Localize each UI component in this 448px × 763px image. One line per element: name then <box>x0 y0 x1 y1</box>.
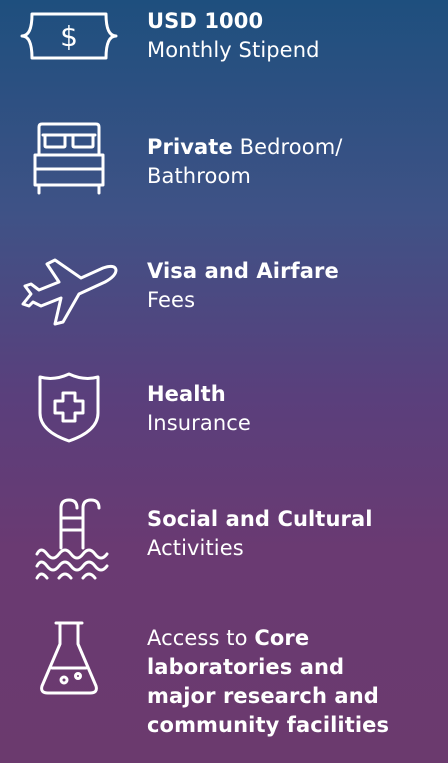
benefit-subtitle: Insurance <box>147 411 251 435</box>
bed-icon <box>14 120 124 200</box>
benefit-subtitle: Fees <box>147 288 196 312</box>
benefit-title: Visa and Airfare <box>147 259 339 283</box>
benefit-title-line4: community facilities <box>147 713 390 737</box>
benefit-title: Core <box>254 626 310 650</box>
dollar-bill-icon: $ <box>14 6 124 66</box>
benefit-subtitle: Activities <box>147 536 244 560</box>
benefit-title-rest: Bedroom/ <box>232 135 343 159</box>
svg-text:$: $ <box>60 20 78 53</box>
benefit-title: Social and Cultural <box>147 507 373 531</box>
health-shield-icon <box>14 370 124 444</box>
benefit-title-line2: laboratories and <box>147 655 345 679</box>
benefit-title: Health <box>147 382 226 406</box>
airplane-icon <box>14 250 124 330</box>
benefit-subtitle: Monthly Stipend <box>147 38 320 62</box>
benefit-title-line3: major research and <box>147 684 379 708</box>
benefit-title: USD 1000 <box>147 9 264 33</box>
benefit-title: Private <box>147 135 233 159</box>
benefits-panel: { "benefits": [ { "icon": "dollar-bill-i… <box>0 0 448 763</box>
benefit-prefix: Access to <box>147 626 255 650</box>
lab-flask-icon <box>14 620 124 696</box>
benefit-subtitle: Bathroom <box>147 164 251 188</box>
pool-ladder-icon <box>14 494 124 582</box>
